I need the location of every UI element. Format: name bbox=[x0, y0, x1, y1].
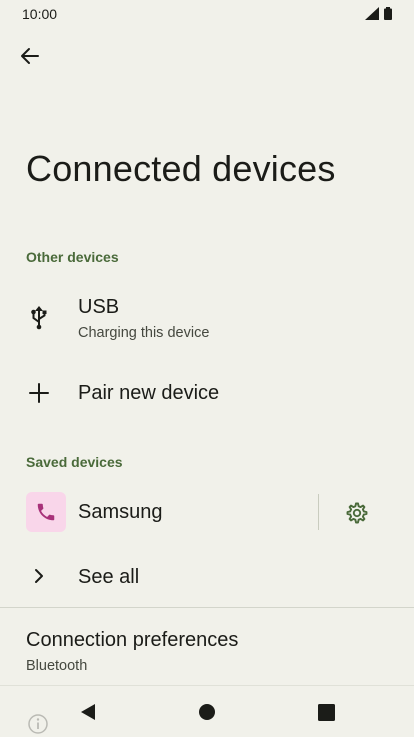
chevron-right-icon bbox=[26, 563, 52, 589]
gear-icon bbox=[346, 502, 368, 524]
row-divider bbox=[318, 494, 319, 530]
plus-icon bbox=[26, 380, 52, 406]
device-settings-button[interactable] bbox=[340, 496, 374, 530]
status-icons bbox=[365, 7, 392, 20]
battery-icon bbox=[384, 7, 392, 20]
section-header-other-devices: Other devices bbox=[26, 249, 119, 265]
nav-home-button[interactable] bbox=[195, 700, 219, 724]
pair-new-device-title: Pair new device bbox=[78, 382, 220, 404]
usb-title: USB bbox=[78, 296, 120, 318]
page-title: Connected devices bbox=[26, 148, 336, 189]
saved-device-samsung-row[interactable]: Samsung bbox=[0, 492, 414, 532]
connection-preferences-row[interactable]: Connection preferences Bluetooth bbox=[0, 626, 414, 678]
circle-home-icon bbox=[199, 704, 215, 720]
back-button[interactable] bbox=[14, 40, 46, 72]
info-icon bbox=[28, 714, 48, 734]
usb-summary: Charging this device bbox=[78, 325, 210, 341]
phone-icon bbox=[26, 492, 66, 532]
status-time: 10:00 bbox=[22, 6, 58, 22]
arrow-back-icon bbox=[21, 48, 39, 64]
signal-icon bbox=[365, 7, 379, 20]
navigation-bar bbox=[0, 685, 414, 737]
usb-row[interactable]: USB Charging this device bbox=[0, 294, 414, 348]
saved-device-name: Samsung bbox=[78, 501, 163, 523]
usb-icon bbox=[26, 305, 52, 331]
triangle-back-icon bbox=[81, 704, 95, 720]
see-all-row[interactable]: See all bbox=[0, 562, 414, 592]
section-divider bbox=[0, 607, 414, 608]
see-all-title: See all bbox=[78, 566, 140, 588]
nav-back-button[interactable] bbox=[76, 700, 100, 724]
status-bar: 10:00 bbox=[0, 0, 414, 28]
connection-preferences-summary: Bluetooth bbox=[26, 658, 88, 674]
section-header-saved-devices: Saved devices bbox=[26, 454, 123, 470]
nav-recents-button[interactable] bbox=[314, 700, 338, 724]
square-recents-icon bbox=[317, 703, 335, 721]
connection-preferences-title: Connection preferences bbox=[26, 629, 239, 651]
pair-new-device-row[interactable]: Pair new device bbox=[0, 378, 414, 412]
